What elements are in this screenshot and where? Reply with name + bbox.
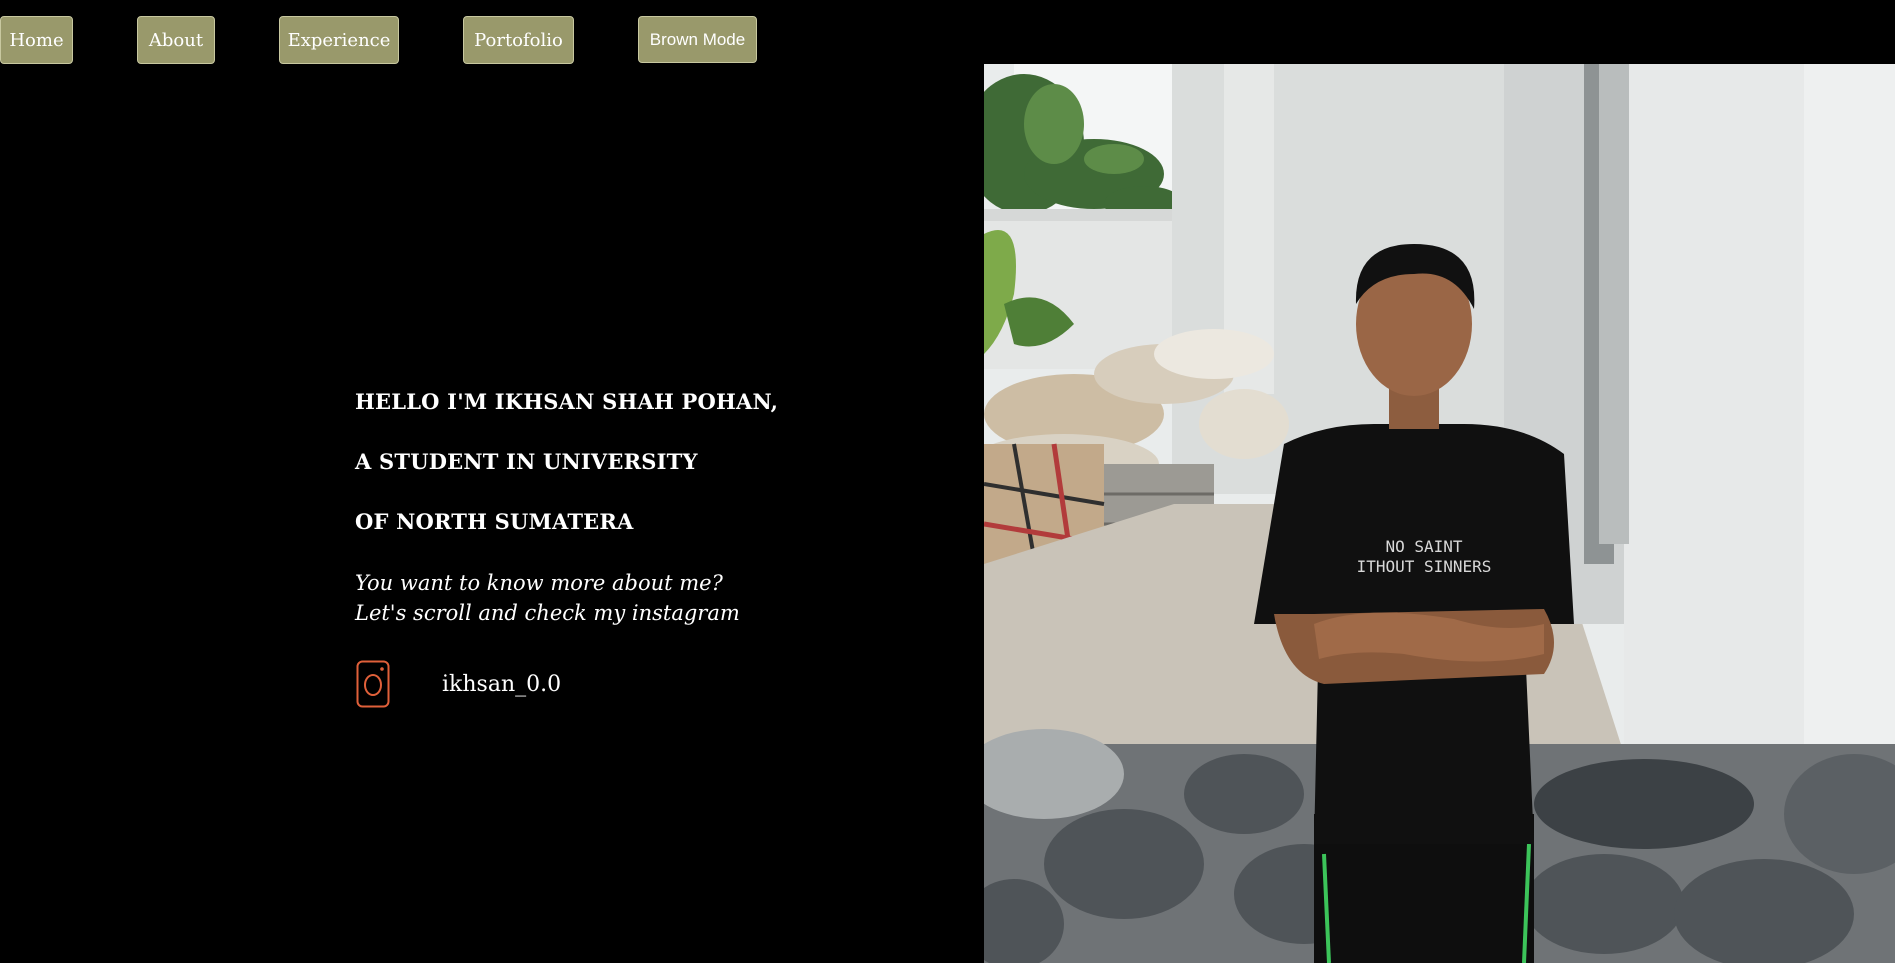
nav-experience-button[interactable]: Experience (279, 16, 399, 64)
hero-question: You want to know more about me? (355, 571, 723, 595)
shirt-text-line1: NO SAINT (1385, 537, 1462, 556)
hero-greeting: HELLO I'M IKHSAN SHAH POHAN, (355, 389, 779, 414)
hero-intro: HELLO I'M IKHSAN SHAH POHAN, A STUDENT I… (355, 388, 955, 628)
brown-mode-button[interactable]: Brown Mode (638, 16, 757, 63)
instagram-link[interactable]: ikhsan_0.0 (356, 660, 561, 708)
hero-university-line: OF NORTH SUMATERA (355, 509, 634, 534)
instagram-handle[interactable]: ikhsan_0.0 (442, 672, 561, 697)
nav-home-button[interactable]: Home (0, 16, 73, 64)
profile-photo: NO SAINT ITHOUT SINNERS (984, 64, 1895, 963)
hero-student-line: A STUDENT IN UNIVERSITY (355, 449, 698, 474)
instagram-icon[interactable] (356, 660, 390, 708)
nav-portfolio-button[interactable]: Portofolio (463, 16, 574, 64)
hero-call-to-action: Let's scroll and check my instagram (355, 601, 740, 625)
nav-about-button[interactable]: About (137, 16, 215, 64)
shirt-text-line2: ITHOUT SINNERS (1357, 557, 1492, 576)
